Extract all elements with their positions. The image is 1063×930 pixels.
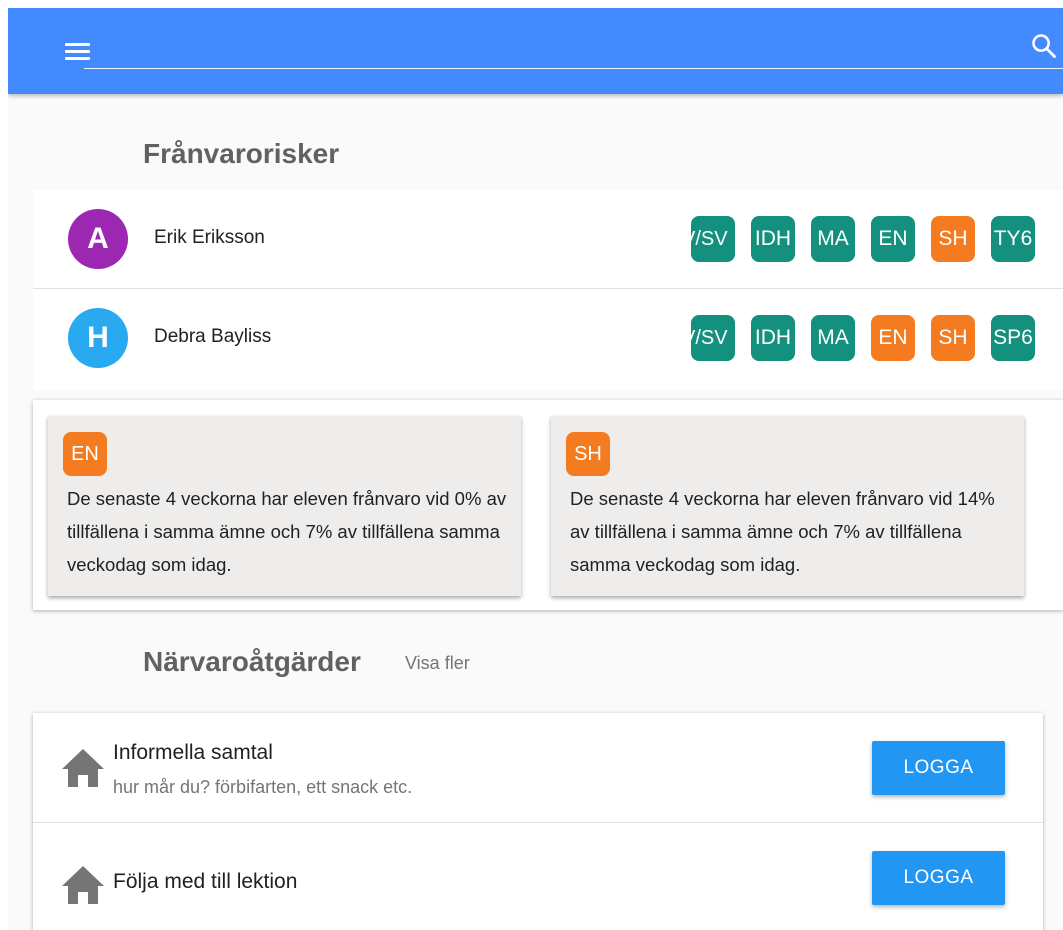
search-icon[interactable] xyxy=(1030,32,1058,60)
subject-chip[interactable]: SH xyxy=(931,315,975,361)
avatar: H xyxy=(68,308,128,368)
action-list: Informella samtal hur mår du? förbifarte… xyxy=(33,713,1043,930)
search-underline xyxy=(84,68,1063,69)
absence-detail-text: De senaste 4 veckorna har eleven frånvar… xyxy=(67,488,507,575)
absence-detail-card: SH De senaste 4 veckorna har eleven från… xyxy=(551,416,1024,596)
student-row[interactable]: A Erik Eriksson V/SV IDH MA EN SH TY6 xyxy=(33,190,1063,289)
subject-chip: SH xyxy=(566,432,610,476)
absence-detail-panel: EN De senaste 4 veckorna har eleven från… xyxy=(33,400,1063,610)
subject-chip[interactable]: EN xyxy=(871,315,915,361)
subject-chip[interactable]: IDH xyxy=(751,216,795,262)
subject-chip[interactable]: EN xyxy=(871,216,915,262)
app-bar xyxy=(8,8,1063,94)
action-description: hur mår du? förbifarten, ett snack etc. xyxy=(113,777,413,797)
home-icon xyxy=(62,749,104,787)
risks-section-title: Frånvarorisker xyxy=(143,138,340,169)
absence-detail-text: De senaste 4 veckorna har eleven frånvar… xyxy=(570,488,995,575)
action-title: Följa med till lektion xyxy=(113,870,298,893)
search-input[interactable] xyxy=(88,36,1023,68)
log-button[interactable]: LOGGA xyxy=(872,851,1005,905)
action-item: Informella samtal hur mår du? förbifarte… xyxy=(33,713,1043,823)
student-name: Erik Eriksson xyxy=(154,227,265,248)
student-row[interactable]: H Debra Bayliss V/SV IDH MA EN SH SP6 xyxy=(33,289,1063,387)
subject-chip[interactable]: V/SV xyxy=(691,315,735,361)
avatar: A xyxy=(68,209,128,269)
actions-section-title: Närvaroåtgärder xyxy=(143,646,361,677)
subject-chip[interactable]: MA xyxy=(811,315,855,361)
subject-chip[interactable]: V/SV xyxy=(691,216,735,262)
subject-chip-group: V/SV IDH MA EN SH TY6 xyxy=(691,216,1035,262)
student-name: Debra Bayliss xyxy=(154,326,272,347)
home-icon xyxy=(62,866,104,904)
subject-chip-group: V/SV IDH MA EN SH SP6 xyxy=(691,315,1035,361)
action-title: Informella samtal xyxy=(113,741,273,764)
show-more-link[interactable]: Visa fler xyxy=(405,653,470,674)
action-item: Följa med till lektion LOGGA xyxy=(33,823,1043,930)
hamburger-menu-icon[interactable] xyxy=(65,43,90,61)
student-list: A Erik Eriksson V/SV IDH MA EN SH TY6 H Debra… xyxy=(33,190,1063,390)
subject-chip[interactable]: SP6 xyxy=(991,315,1035,361)
subject-chip[interactable]: SH xyxy=(931,216,975,262)
subject-chip[interactable]: TY6 xyxy=(991,216,1035,262)
log-button[interactable]: LOGGA xyxy=(872,741,1005,795)
subject-chip: EN xyxy=(63,432,107,476)
subject-chip[interactable]: IDH xyxy=(751,315,795,361)
subject-chip[interactable]: MA xyxy=(811,216,855,262)
absence-detail-card: EN De senaste 4 veckorna har eleven från… xyxy=(48,416,521,596)
page-background: Frånvarorisker A Erik Eriksson V/SV IDH MA… xyxy=(8,8,1063,930)
